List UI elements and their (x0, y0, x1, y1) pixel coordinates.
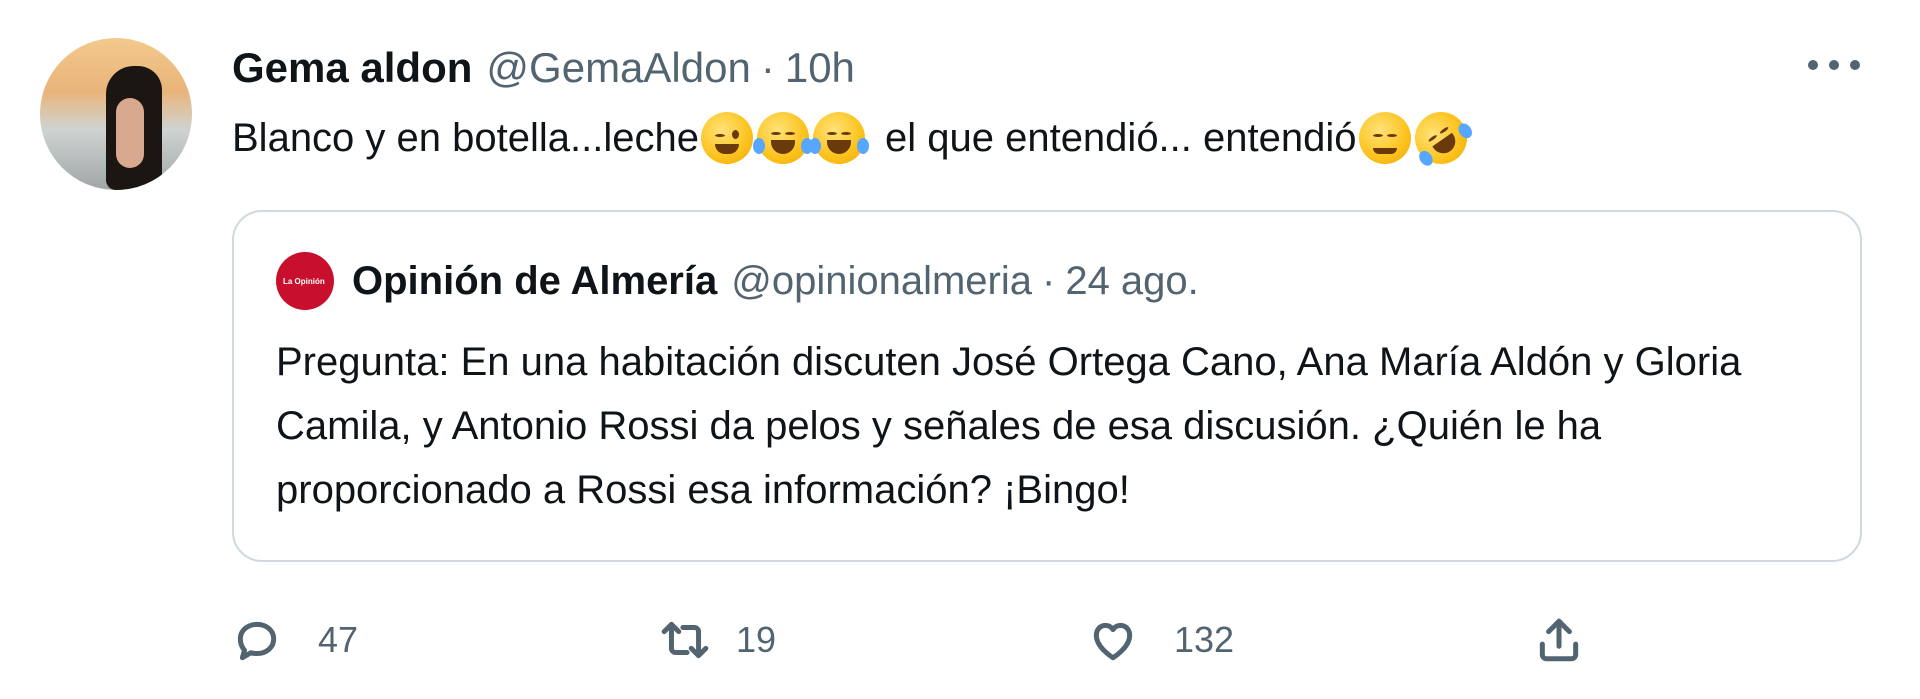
more-dot (1829, 60, 1839, 70)
tweet-text: Blanco y en botella...leche el que enten… (232, 101, 1477, 175)
relieved-face-emoji-icon (1358, 112, 1411, 164)
author-name[interactable]: Gema aldon (232, 44, 472, 92)
like-button[interactable]: 132 (1088, 610, 1234, 670)
quoted-author-handle: @opinionalmeria (731, 258, 1032, 303)
header-separator: · (760, 44, 775, 91)
more-icon[interactable] (1808, 50, 1860, 80)
more-dot (1808, 60, 1818, 70)
tweet-text-part1: Blanco y en botella...leche (232, 116, 699, 160)
winking-face-emoji-icon (700, 112, 753, 164)
tweet-timestamp[interactable]: 10h (785, 44, 855, 92)
retweet-count: 19 (736, 619, 777, 660)
more-dot (1850, 60, 1860, 70)
avatar-figure-skin (116, 98, 144, 168)
quoted-author-name: Opinión de Almería (352, 258, 718, 303)
tweet-header: Gema aldon @GemaAldon · 10h (232, 40, 855, 96)
retweet-button[interactable]: 19 (660, 610, 776, 670)
share-button[interactable] (1534, 610, 1584, 670)
retweet-icon (661, 621, 709, 659)
like-icon (1093, 622, 1133, 661)
quoted-author-avatar: La Opinión de Almería (276, 252, 334, 310)
quoted-avatar-logo-text: La Opinión de Almería (283, 276, 327, 286)
quoted-tweet-text: Pregunta: En una habitación discuten Jos… (276, 340, 1742, 512)
reply-count: 47 (318, 619, 359, 660)
tears-of-joy-emoji-icon (752, 112, 813, 164)
tweet: Gema aldon @GemaAldon · 10h Blanco y en … (0, 0, 1920, 699)
reply-icon (237, 621, 277, 661)
author-avatar[interactable] (40, 38, 192, 190)
tweet-actions: 47 19 132 (232, 610, 1872, 670)
tweet-text-part2: el que entendió... entendió (884, 116, 1357, 160)
reply-button[interactable]: 47 (232, 610, 358, 670)
author-handle[interactable]: @GemaAldon (486, 44, 750, 92)
quoted-header-separator: · (1042, 258, 1056, 303)
share-icon (1539, 618, 1579, 662)
quoted-tweet-header: La Opinión de Almería Opinión de Almería… (276, 252, 1199, 310)
quoted-tweet[interactable]: La Opinión de Almería Opinión de Almería… (232, 210, 1862, 562)
tears-of-joy-emoji-icon (808, 112, 869, 164)
quoted-timestamp: 24 ago. (1065, 258, 1199, 303)
rolling-on-floor-laughing-emoji-icon (1404, 101, 1477, 175)
like-count: 132 (1174, 619, 1235, 660)
